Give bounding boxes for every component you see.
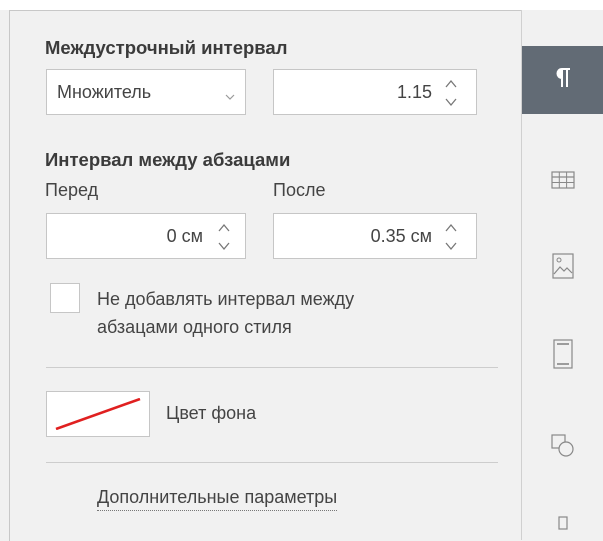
no-spacing-checkbox[interactable] [50,283,80,313]
advanced-settings-link[interactable]: Дополнительные параметры [97,487,338,511]
right-sidebar-tabs [521,10,603,540]
window-top-edge [0,0,603,10]
divider [46,462,498,463]
line-spacing-mode-select[interactable]: Множитель [46,69,246,115]
after-label: После [273,180,326,200]
tab-header-footer[interactable] [522,322,603,390]
no-spacing-label-line2: абзацами одного стиля [97,317,292,337]
spinner-arrows-icon[interactable] [444,78,458,108]
no-spacing-label-line1: Не добавлять интервал между [97,289,355,309]
before-label: Перед [45,180,99,200]
image-icon [552,252,574,284]
tab-paragraph[interactable] [522,46,603,114]
background-color-button[interactable] [46,391,150,437]
shape-icon [551,433,575,463]
tab-shape[interactable] [522,414,603,482]
no-fill-swatch-icon [55,397,141,435]
line-spacing-title: Междустрочный интервал [45,37,288,58]
tab-image[interactable] [522,234,603,302]
header-footer-icon [553,338,573,374]
tab-partial-icon[interactable] [558,516,568,535]
spacing-before-input[interactable]: 0 см [46,213,246,259]
line-spacing-value-input[interactable]: 1.15 [273,69,477,115]
paragraph-icon [553,67,573,94]
paragraph-spacing-title: Интервал между абзацами [45,149,291,170]
spinner-arrows-icon[interactable] [444,222,458,252]
no-spacing-checkbox-label[interactable]: Не добавлять интервал между абзацами одн… [97,285,354,341]
line-spacing-mode-value: Множитель [57,82,152,102]
tab-table[interactable] [522,148,603,216]
spinner-arrows-icon[interactable] [217,222,231,252]
spacing-before-value: 0 см [166,226,203,246]
table-icon [551,170,575,194]
spacing-after-value: 0.35 см [370,226,432,246]
spacing-after-input[interactable]: 0.35 см [273,213,477,259]
chevron-down-icon [225,88,235,106]
divider [46,367,498,368]
line-spacing-value: 1.15 [396,82,432,102]
background-color-label: Цвет фона [166,403,257,423]
paragraph-settings-panel: Междустрочный интервал Множитель 1.15 Ин… [9,10,522,541]
